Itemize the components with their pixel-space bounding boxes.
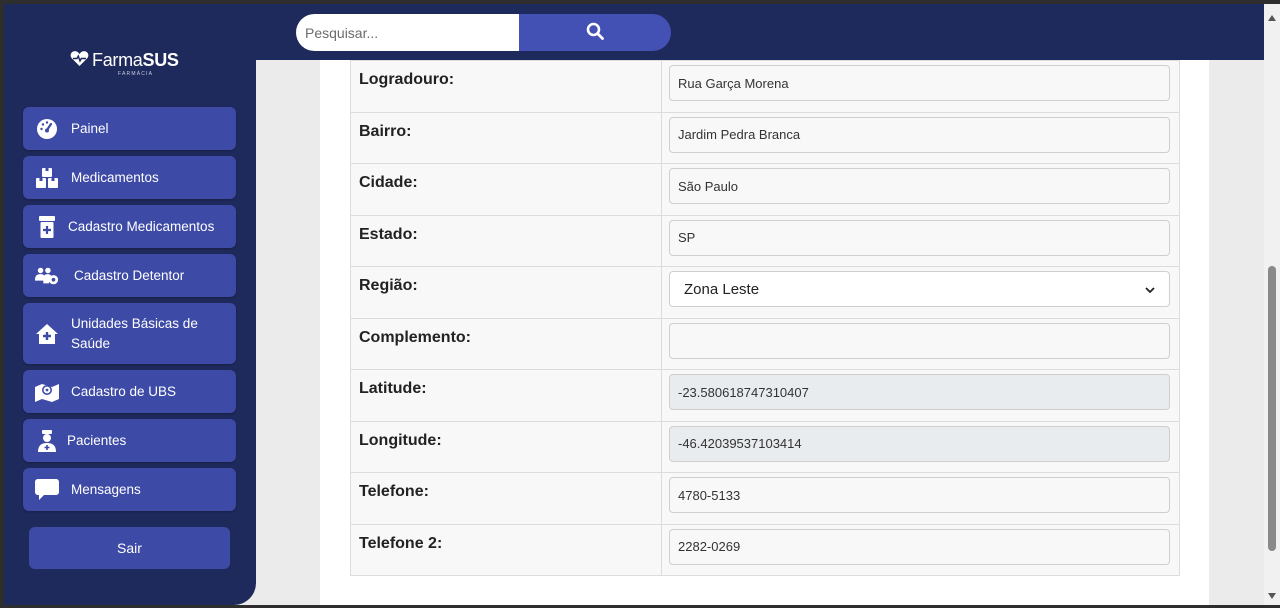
sidebar-item-label: Cadastro de UBS <box>71 383 177 399</box>
ubs-details-table: Logradouro: Rua Garça Morena Bairro: Jar… <box>350 60 1180 576</box>
table-row: Telefone 2: 2282-0269 <box>350 523 1180 576</box>
gauge-icon <box>35 117 59 141</box>
table-row: Complemento: <box>350 317 1180 370</box>
users-gear-icon <box>35 264 59 288</box>
sidebar-item-label: Mensagens <box>71 481 141 497</box>
table-row: Telefone: 4780-5133 <box>350 472 1180 525</box>
telefone2-label: Telefone 2: <box>350 523 662 576</box>
sidebar-item-mensagens[interactable]: Mensagens <box>23 468 236 511</box>
bairro-field[interactable]: Jardim Pedra Branca <box>669 116 1170 153</box>
estado-field[interactable]: SP <box>669 219 1170 256</box>
top-bar <box>244 4 1280 60</box>
search-input[interactable] <box>296 14 521 51</box>
boxes-icon <box>35 166 59 190</box>
sidebar-item-label: Painel <box>71 120 109 136</box>
regiao-label: Região: <box>350 266 662 319</box>
logout-button[interactable]: Sair <box>29 527 230 569</box>
map-location-icon <box>35 380 59 404</box>
longitude-label: Longitude: <box>350 420 662 473</box>
latitude-label: Latitude: <box>350 369 662 422</box>
user-nurse-icon <box>35 429 59 453</box>
message-icon <box>35 478 59 502</box>
cidade-field[interactable]: São Paulo <box>669 168 1170 204</box>
chevron-down-icon <box>1145 281 1155 298</box>
table-row: Estado: SP <box>350 214 1180 267</box>
house-medical-icon <box>35 322 59 346</box>
scroll-thumb[interactable] <box>1268 266 1276 551</box>
longitude-field: -46.42039537103414 <box>669 425 1170 462</box>
scroll-down-arrow-icon[interactable] <box>1268 586 1276 604</box>
search-button[interactable] <box>519 14 671 51</box>
table-row: Latitude: -23.580618747310407 <box>350 369 1180 422</box>
search-icon <box>586 22 604 43</box>
table-row: Longitude: -46.42039537103414 <box>350 420 1180 473</box>
sidebar: FarmaSUS FARMÁCIA Painel Medicamentos Ca… <box>4 4 256 605</box>
sidebar-item-cadastro-ubs[interactable]: Cadastro de UBS <box>23 370 236 413</box>
table-row: Bairro: Jardim Pedra Branca <box>350 111 1180 164</box>
table-row: Região: Zona Leste <box>350 266 1180 319</box>
cidade-label: Cidade: <box>350 163 662 216</box>
sidebar-item-cadastro-medicamentos[interactable]: Cadastro Medicamentos <box>23 205 236 248</box>
complemento-label: Complemento: <box>350 317 662 370</box>
sidebar-item-label: Cadastro Detentor <box>74 267 185 283</box>
page-scrollbar[interactable] <box>1264 4 1280 605</box>
telefone-label: Telefone: <box>350 472 662 525</box>
app-window: FarmaSUS FARMÁCIA Painel Medicamentos Ca… <box>0 0 1280 608</box>
sidebar-item-pacientes[interactable]: Pacientes <box>23 419 236 462</box>
farmasus-logo: FarmaSUS FARMÁCIA <box>70 48 190 78</box>
sidebar-item-label: Pacientes <box>67 432 127 448</box>
sidebar-item-cadastro-detentor[interactable]: Cadastro Detentor <box>23 254 236 297</box>
sidebar-item-ubs[interactable]: Unidades Básicas de Saúde <box>23 303 236 364</box>
logo-wordmark: FarmaSUS <box>92 50 179 70</box>
sidebar-item-medicamentos[interactable]: Medicamentos <box>23 156 236 199</box>
regiao-select[interactable]: Zona Leste <box>669 271 1170 307</box>
logo-tagline: FARMÁCIA <box>118 71 154 77</box>
telefone-field[interactable]: 4780-5133 <box>669 477 1170 513</box>
sidebar-item-painel[interactable]: Painel <box>23 107 236 150</box>
telefone2-field[interactable]: 2282-0269 <box>669 528 1170 565</box>
table-row: Cidade: São Paulo <box>350 163 1180 216</box>
heart-pulse-icon <box>70 50 89 72</box>
table-row: Logradouro: Rua Garça Morena <box>350 60 1180 113</box>
regiao-selected-value: Zona Leste <box>684 280 760 298</box>
sidebar-item-label: Unidades Básicas de Saúde <box>71 315 198 351</box>
scroll-up-arrow-icon[interactable] <box>1268 8 1276 26</box>
bairro-label: Bairro: <box>350 111 662 164</box>
latitude-field: -23.580618747310407 <box>669 374 1170 410</box>
ubs-form-card: Logradouro: Rua Garça Morena Bairro: Jar… <box>320 60 1209 605</box>
prescription-bottle-icon <box>35 215 59 239</box>
logradouro-field[interactable]: Rua Garça Morena <box>669 65 1170 101</box>
complemento-field[interactable] <box>669 322 1170 359</box>
estado-label: Estado: <box>350 214 662 267</box>
sidebar-item-label: Cadastro Medicamentos <box>68 218 215 234</box>
sidebar-item-label: Medicamentos <box>71 169 159 185</box>
logradouro-label: Logradouro: <box>350 60 662 113</box>
